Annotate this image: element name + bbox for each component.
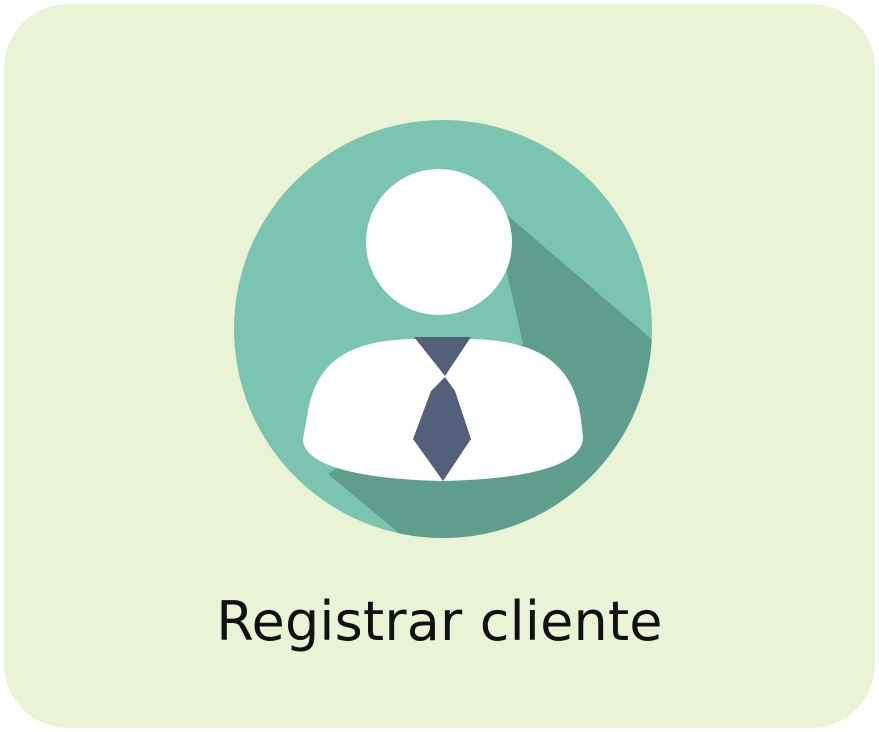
- user-with-tie-icon: [233, 119, 653, 539]
- person-head: [366, 169, 512, 315]
- register-client-tile[interactable]: Registrar cliente: [4, 4, 875, 728]
- register-client-label: Registrar cliente: [216, 590, 663, 653]
